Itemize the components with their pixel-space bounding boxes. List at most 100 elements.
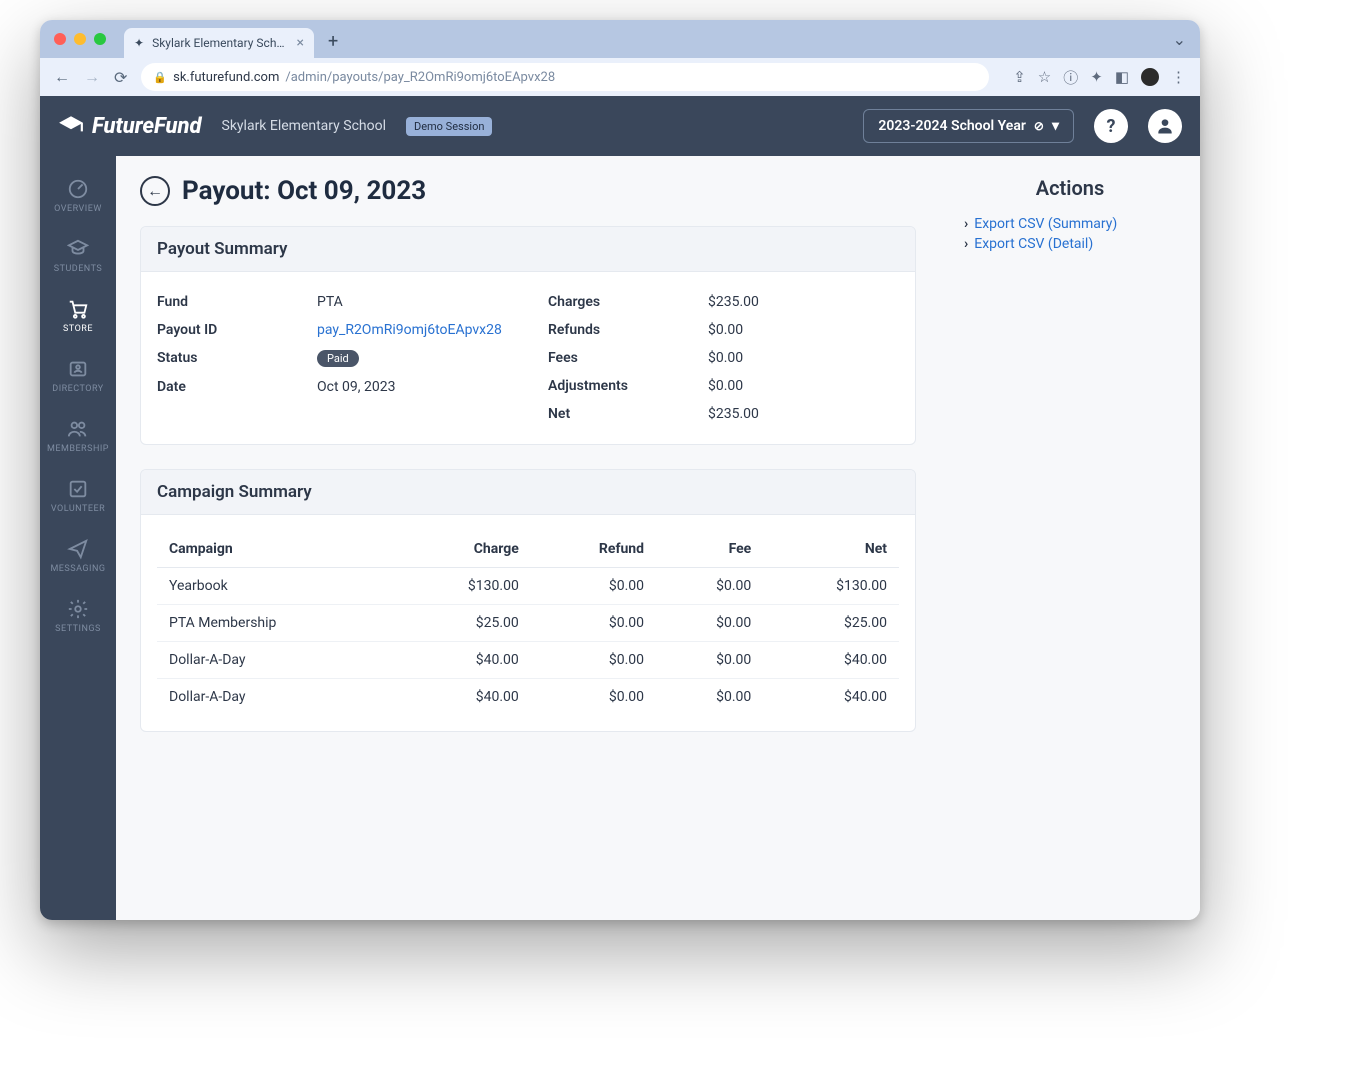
table-cell: $40.00: [395, 679, 531, 716]
help-button[interactable]: ?: [1094, 109, 1128, 143]
sidebar-item-messaging[interactable]: MESSAGING: [40, 526, 116, 586]
account-button[interactable]: [1148, 109, 1182, 143]
id-card-icon: [67, 358, 89, 380]
reload-button[interactable]: ⟳: [114, 68, 127, 87]
table-cell: $0.00: [531, 568, 656, 605]
summary-label: Charges: [548, 294, 708, 310]
extensions-icon[interactable]: ✦: [1090, 68, 1103, 86]
sidebar-item-students[interactable]: STUDENTS: [40, 226, 116, 286]
brand-text: FutureFund: [92, 114, 202, 139]
back-button[interactable]: ←: [140, 176, 170, 206]
summary-row: DateOct 09, 2023: [157, 373, 508, 401]
sidebar-item-settings[interactable]: SETTINGS: [40, 586, 116, 646]
school-name: Skylark Elementary School: [222, 118, 386, 134]
menu-icon[interactable]: ⋮: [1171, 68, 1186, 86]
card-header: Payout Summary: [141, 227, 915, 272]
campaign-table: CampaignChargeRefundFeeNet Yearbook$130.…: [157, 531, 899, 715]
summary-row: Fees$0.00: [548, 344, 899, 372]
chevron-right-icon: ›: [964, 216, 968, 232]
browser-window: ✦ Skylark Elementary School: Pa × + ⌄ ← …: [40, 20, 1200, 920]
summary-value: $235.00: [708, 406, 759, 422]
table-cell: $0.00: [531, 679, 656, 716]
sidebar-item-volunteer[interactable]: VOLUNTEER: [40, 466, 116, 526]
summary-row: FundPTA: [157, 288, 508, 316]
table-row: Dollar-A-Day$40.00$0.00$0.00$40.00: [157, 679, 899, 716]
sidebar-item-label: VOLUNTEER: [51, 504, 105, 514]
summary-row: StatusPaid: [157, 344, 508, 373]
status-badge: Paid: [317, 350, 359, 367]
forward-button: →: [84, 67, 100, 87]
summary-label: Date: [157, 379, 317, 395]
table-cell: $130.00: [763, 568, 899, 605]
tab-title: Skylark Elementary School: Pa: [152, 36, 288, 50]
users-icon: [67, 418, 89, 440]
sidebar-item-directory[interactable]: DIRECTORY: [40, 346, 116, 406]
summary-row: Net$235.00: [548, 400, 899, 428]
app-header: FutureFund Skylark Elementary School Dem…: [40, 96, 1200, 156]
campaign-summary-card: Campaign Summary CampaignChargeRefundFee…: [140, 469, 916, 732]
table-row: PTA Membership$25.00$0.00$0.00$25.00: [157, 605, 899, 642]
table-header-row: CampaignChargeRefundFeeNet: [157, 531, 899, 568]
cart-icon: [67, 298, 89, 320]
table-row: Yearbook$130.00$0.00$0.00$130.00: [157, 568, 899, 605]
table-cell: $0.00: [656, 679, 763, 716]
school-year-select[interactable]: 2023-2024 School Year ⊘ ▾: [863, 109, 1074, 143]
summary-label: Adjustments: [548, 378, 708, 394]
panel-icon[interactable]: ◧: [1115, 68, 1129, 86]
summary-value[interactable]: pay_R2OmRi9omj6toEApvx28: [317, 322, 502, 338]
actions-title: Actions: [964, 176, 1176, 200]
minimize-window-icon[interactable]: [74, 33, 86, 45]
table-cell: $0.00: [531, 642, 656, 679]
table-cell: Dollar-A-Day: [157, 679, 395, 716]
sidebar-item-overview[interactable]: OVERVIEW: [40, 166, 116, 226]
summary-row: Refunds$0.00: [548, 316, 899, 344]
lock-icon: 🔒: [153, 71, 167, 84]
sidebar-item-label: SETTINGS: [55, 624, 101, 634]
sidebar: OVERVIEW STUDENTS STORE DIRECTORY MEMBER…: [40, 156, 116, 920]
summary-value: $235.00: [708, 294, 759, 310]
table-header-cell: Fee: [656, 531, 763, 568]
tab-overflow-icon[interactable]: ⌄: [1173, 30, 1186, 49]
address-bar[interactable]: 🔒 sk.futurefund.com/admin/payouts/pay_R2…: [141, 63, 989, 91]
summary-value: Oct 09, 2023: [317, 379, 395, 395]
content-column: ← Payout: Oct 09, 2023 Payout Summary Fu…: [116, 156, 940, 920]
summary-value: $0.00: [708, 378, 743, 394]
close-window-icon[interactable]: [54, 33, 66, 45]
info-icon[interactable]: ⓘ: [1063, 67, 1078, 88]
sidebar-item-label: MEMBERSHIP: [47, 444, 109, 454]
browser-toolbar: ← → ⟳ 🔒 sk.futurefund.com/admin/payouts/…: [40, 58, 1200, 96]
action-label: Export CSV (Detail): [974, 236, 1093, 252]
table-cell: $25.00: [395, 605, 531, 642]
browser-tab[interactable]: ✦ Skylark Elementary School: Pa ×: [124, 28, 314, 58]
table-cell: $40.00: [763, 679, 899, 716]
gear-icon: [67, 598, 89, 620]
sidebar-item-store[interactable]: STORE: [40, 286, 116, 346]
action-link[interactable]: ›Export CSV (Detail): [964, 234, 1176, 254]
new-tab-button[interactable]: +: [328, 31, 338, 52]
summary-left-column: FundPTAPayout IDpay_R2OmRi9omj6toEApvx28…: [157, 288, 508, 428]
demo-badge: Demo Session: [406, 117, 492, 136]
summary-right-column: Charges$235.00Refunds$0.00Fees$0.00Adjus…: [548, 288, 899, 428]
action-link[interactable]: ›Export CSV (Summary): [964, 214, 1176, 234]
table-cell: Yearbook: [157, 568, 395, 605]
window-controls: [54, 33, 106, 45]
brand-logo[interactable]: FutureFund: [58, 113, 202, 139]
table-cell: $130.00: [395, 568, 531, 605]
year-label: 2023-2024 School Year: [878, 118, 1025, 134]
summary-label: Fees: [548, 350, 708, 366]
send-icon: [67, 538, 89, 560]
bookmark-icon[interactable]: ☆: [1038, 68, 1051, 86]
summary-value: Paid: [317, 350, 359, 367]
back-button[interactable]: ←: [54, 67, 70, 87]
sidebar-item-membership[interactable]: MEMBERSHIP: [40, 406, 116, 466]
close-tab-icon[interactable]: ×: [297, 35, 304, 51]
sidebar-item-label: MESSAGING: [50, 564, 105, 574]
summary-row: Payout IDpay_R2OmRi9omj6toEApvx28: [157, 316, 508, 344]
profile-ext-icon[interactable]: [1141, 68, 1159, 86]
table-header-cell: Charge: [395, 531, 531, 568]
extension-icons: ⇪ ☆ ⓘ ✦ ◧ ⋮: [1013, 67, 1186, 88]
share-icon[interactable]: ⇪: [1013, 68, 1026, 86]
payout-summary-card: Payout Summary FundPTAPayout IDpay_R2OmR…: [140, 226, 916, 445]
check-square-icon: [67, 478, 89, 500]
maximize-window-icon[interactable]: [94, 33, 106, 45]
